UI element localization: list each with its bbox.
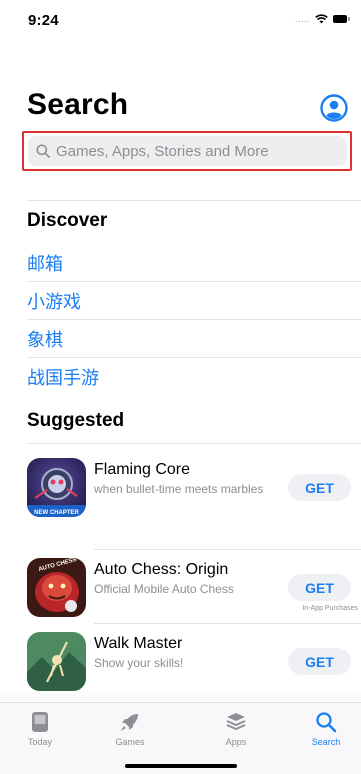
app-row-flaming-core[interactable]: NEW CHAPTER Flaming Core when bullet-tim… xyxy=(27,458,361,522)
get-button-auto-chess[interactable]: GET xyxy=(288,574,351,601)
tab-bar-fade xyxy=(0,690,361,702)
status-bar: 9:24 ..... xyxy=(0,0,361,44)
tab-label-games: Games xyxy=(115,737,145,747)
app-row-auto-chess[interactable]: AUTO CHESS Auto Chess: Origin Official M… xyxy=(27,558,361,622)
search-icon xyxy=(36,144,50,158)
app-name: Flaming Core xyxy=(94,461,191,478)
tab-search[interactable]: Search xyxy=(296,711,356,747)
app-subtitle: when bullet-time meets marbles xyxy=(94,482,264,496)
tab-label-apps: Apps xyxy=(225,737,247,747)
apps-stack-icon xyxy=(226,713,246,731)
get-button-walk-master[interactable]: GET xyxy=(288,648,351,675)
search-icon xyxy=(316,712,337,733)
battery-icon xyxy=(333,15,350,23)
walk-master-app-icon xyxy=(27,632,86,691)
wifi-icon xyxy=(315,14,328,24)
app-subtitle: Show your skills! xyxy=(94,656,184,670)
rocket-icon xyxy=(121,714,138,731)
in-app-purchases-note: In-App Purchases xyxy=(302,605,358,612)
home-indicator xyxy=(125,764,237,768)
suggested-title: Suggested xyxy=(27,410,125,431)
get-button-flaming-core[interactable]: GET xyxy=(288,474,351,501)
divider xyxy=(27,200,361,201)
flaming-core-app-icon: NEW CHAPTER xyxy=(27,458,86,517)
status-time: 9:24 xyxy=(28,12,59,29)
app-subtitle: Official Mobile Auto Chess xyxy=(94,582,234,596)
divider xyxy=(27,443,361,444)
tab-today[interactable]: Today xyxy=(10,711,70,747)
tab-games[interactable]: Games xyxy=(100,711,160,747)
app-row-walk-master[interactable]: Walk Master Show your skills! GET xyxy=(27,632,361,696)
account-button[interactable] xyxy=(320,94,348,122)
signal-icon: ..... xyxy=(294,14,310,24)
divider xyxy=(94,623,361,624)
page-title: Search xyxy=(27,88,129,121)
divider xyxy=(94,549,361,550)
account-icon xyxy=(320,94,348,122)
auto-chess-app-icon: AUTO CHESS xyxy=(27,558,86,617)
discover-item-mailbox[interactable]: 邮箱 xyxy=(27,244,361,282)
discover-title: Discover xyxy=(27,210,108,231)
today-icon xyxy=(32,712,48,732)
search-bar[interactable] xyxy=(28,136,347,166)
discover-item-mini-games[interactable]: 小游戏 xyxy=(27,282,361,320)
tab-label-search: Search xyxy=(311,737,341,747)
discover-item-chess[interactable]: 象棋 xyxy=(27,320,361,358)
flaming-core-icon-caption: NEW CHAPTER xyxy=(34,510,79,516)
search-input[interactable] xyxy=(56,142,336,160)
tab-label-today: Today xyxy=(27,737,53,747)
status-indicators: ..... xyxy=(294,14,350,24)
discover-list: 邮箱 小游戏 象棋 战国手游 xyxy=(27,244,361,396)
tab-apps[interactable]: Apps xyxy=(206,711,266,747)
app-name: Walk Master xyxy=(94,635,183,652)
app-name: Auto Chess: Origin xyxy=(94,561,229,578)
discover-item-warring-states[interactable]: 战国手游 xyxy=(27,358,361,396)
